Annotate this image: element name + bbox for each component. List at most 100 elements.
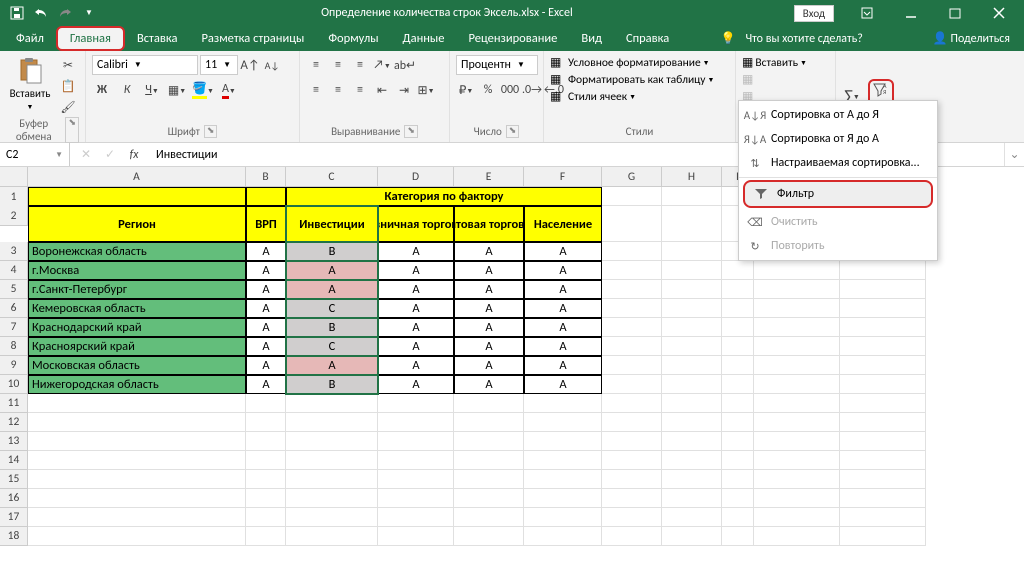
cell[interactable]: Кемеровская область — [28, 299, 246, 318]
cell[interactable] — [840, 413, 926, 432]
cell[interactable] — [246, 413, 286, 432]
filter-item[interactable]: Фильтр — [743, 180, 933, 208]
cell[interactable]: A — [524, 299, 602, 318]
cell[interactable] — [754, 280, 840, 299]
font-color-icon[interactable]: A▼ — [219, 80, 239, 100]
row-header[interactable]: 17 — [0, 508, 28, 527]
cell[interactable]: A — [246, 242, 286, 261]
cell[interactable]: A — [454, 375, 524, 394]
cell[interactable] — [28, 451, 246, 470]
cell[interactable] — [722, 318, 754, 337]
cell[interactable] — [662, 527, 722, 546]
cell[interactable]: A — [524, 375, 602, 394]
sort-za-item[interactable]: Я↓АСортировка от Я до А — [739, 127, 937, 151]
italic-icon[interactable]: К — [117, 80, 137, 100]
cell[interactable] — [840, 394, 926, 413]
row-header[interactable]: 9 — [0, 356, 28, 375]
cell[interactable] — [722, 261, 754, 280]
cell[interactable] — [840, 451, 926, 470]
cell[interactable] — [246, 470, 286, 489]
cell[interactable] — [28, 489, 246, 508]
cell[interactable]: Воронежская область — [28, 242, 246, 261]
cell[interactable] — [840, 337, 926, 356]
undo-icon[interactable] — [30, 2, 52, 24]
cell[interactable] — [28, 187, 246, 206]
cell[interactable]: A — [378, 261, 454, 280]
clipboard-dialog-icon[interactable]: ⬊ — [65, 117, 79, 143]
fx-icon[interactable]: fx — [124, 145, 144, 165]
font-size-combo[interactable]: 11▼ — [200, 55, 238, 75]
active-cell[interactable]: Инвестиции — [286, 206, 378, 242]
custom-sort-item[interactable]: ⇅Настраиваемая сортировка... — [739, 151, 937, 175]
cell[interactable] — [378, 432, 454, 451]
cell[interactable] — [602, 375, 662, 394]
cell[interactable] — [524, 394, 602, 413]
cell[interactable] — [286, 451, 378, 470]
cell[interactable] — [722, 451, 754, 470]
format-painter-icon[interactable]: 🖌 — [58, 97, 78, 117]
cell[interactable] — [722, 337, 754, 356]
row-header[interactable]: 5 — [0, 280, 28, 299]
cell[interactable]: C — [286, 337, 378, 356]
cell[interactable]: Нижегородская область — [28, 375, 246, 394]
cell[interactable]: A — [378, 356, 454, 375]
row-header[interactable]: 1 — [0, 187, 28, 207]
tab-review[interactable]: Рецензирование — [456, 26, 569, 51]
cell[interactable] — [754, 299, 840, 318]
cell[interactable] — [840, 508, 926, 527]
row-header[interactable]: 18 — [0, 527, 28, 546]
expand-formula-icon[interactable]: ⌄ — [1004, 143, 1024, 166]
cell[interactable] — [246, 508, 286, 527]
cell[interactable] — [840, 470, 926, 489]
cell[interactable] — [840, 432, 926, 451]
cell[interactable]: Население — [524, 206, 602, 242]
cell[interactable] — [840, 375, 926, 394]
cell[interactable] — [524, 413, 602, 432]
number-format-combo[interactable]: Процентн▼ — [456, 55, 538, 75]
cell[interactable] — [286, 508, 378, 527]
cell[interactable]: A — [524, 280, 602, 299]
cell[interactable] — [378, 508, 454, 527]
cell[interactable] — [602, 337, 662, 356]
cell[interactable] — [662, 470, 722, 489]
cell[interactable] — [602, 242, 662, 261]
col-header[interactable]: C — [286, 167, 378, 187]
copy-icon[interactable]: 📋 — [58, 76, 78, 96]
wrap-text-icon[interactable]: ab↵ — [394, 55, 416, 75]
cell[interactable]: A — [246, 261, 286, 280]
cell[interactable] — [246, 451, 286, 470]
cell[interactable] — [454, 527, 524, 546]
cell[interactable] — [662, 337, 722, 356]
cell[interactable]: A — [378, 242, 454, 261]
cell[interactable] — [524, 489, 602, 508]
cell[interactable]: A — [246, 356, 286, 375]
cell[interactable] — [524, 451, 602, 470]
cell[interactable]: A — [378, 299, 454, 318]
cell[interactable]: Красноярский край — [28, 337, 246, 356]
tab-help[interactable]: Справка — [614, 26, 681, 51]
cell[interactable] — [246, 394, 286, 413]
cell[interactable]: A — [378, 337, 454, 356]
cell[interactable] — [662, 280, 722, 299]
cell[interactable] — [662, 375, 722, 394]
redo-icon[interactable] — [54, 2, 76, 24]
cell[interactable]: A — [378, 280, 454, 299]
inc-decimal-icon[interactable]: .0→ — [522, 80, 542, 100]
row-header[interactable]: 16 — [0, 489, 28, 508]
select-all-corner[interactable] — [0, 167, 28, 187]
cell[interactable]: A — [378, 375, 454, 394]
sort-az-item[interactable]: А↓ЯСортировка от А до Я — [739, 103, 937, 127]
align-bottom-icon[interactable]: ≡ — [350, 55, 370, 75]
row-header[interactable]: 8 — [0, 337, 28, 356]
delete-cells-button[interactable]: ▦ — [742, 72, 753, 87]
cell[interactable]: B — [286, 375, 378, 394]
cell[interactable]: Розничная торговля — [378, 206, 454, 242]
cell[interactable] — [662, 432, 722, 451]
cell[interactable] — [28, 470, 246, 489]
cell[interactable] — [602, 299, 662, 318]
cell[interactable]: A — [454, 318, 524, 337]
insert-cells-button[interactable]: ▦ Вставить ▼ — [742, 55, 807, 70]
cell[interactable]: A — [246, 375, 286, 394]
cell[interactable] — [840, 356, 926, 375]
cell[interactable] — [378, 394, 454, 413]
